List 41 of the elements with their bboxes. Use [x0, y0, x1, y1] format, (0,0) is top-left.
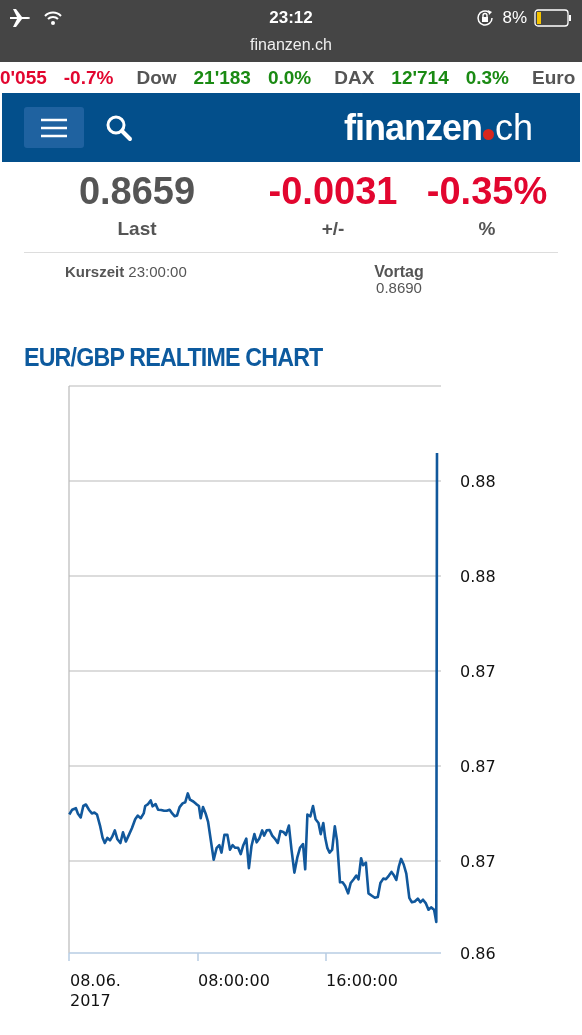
battery-percent: 8% [502, 8, 527, 28]
menu-button[interactable] [24, 107, 84, 148]
battery-icon [534, 9, 572, 27]
search-icon[interactable] [105, 113, 133, 142]
clock-time: 23:12 [269, 8, 313, 28]
airplane-icon [10, 9, 32, 27]
x-axis-label: 16:00:00 [326, 971, 398, 990]
dot-icon [482, 128, 494, 140]
quote-value: 0.8659 [78, 169, 196, 214]
index-name: DAX [334, 66, 375, 89]
quote-label: % [478, 218, 496, 240]
y-axis-label: 0.87 [460, 757, 496, 776]
ticker-value: 0.0% [267, 66, 312, 89]
quote-time: Kurszeit 23:00:00 [64, 263, 188, 282]
logo-suffix[interactable]: ch [494, 106, 533, 149]
address-url[interactable]: finanzen.ch [250, 36, 332, 53]
logo-wordmark[interactable]: finanzen [343, 106, 482, 149]
quote-label: +/- [321, 218, 345, 240]
index-name: Euro [532, 66, 576, 89]
x-axis-label: 08.06. 2017 [70, 971, 121, 1010]
y-axis-label: 0.88 [460, 567, 496, 586]
wifi-icon [44, 11, 62, 25]
x-axis-label: 08:00:00 [198, 971, 270, 990]
chart-title: EUR/GBP REALTIME CHART [24, 342, 324, 373]
y-axis-label: 0.87 [460, 662, 496, 681]
y-axis-label: 0.86 [460, 944, 496, 963]
quote-value: -0.0031 [268, 169, 398, 214]
y-axis-label: 0.88 [460, 472, 496, 491]
quote-label: Last [117, 218, 157, 240]
y-axis-label: 0.87 [460, 852, 496, 871]
previous-close-label: Vortag [374, 263, 424, 281]
index-name: Dow [136, 66, 177, 89]
menu-icon [41, 117, 67, 138]
previous-close-value: 0.8690 [376, 281, 422, 295]
ticker-value: 21'183 [193, 66, 251, 89]
quote-value: -0.35% [426, 169, 548, 214]
ticker-value: -0.7% [63, 66, 114, 89]
ticker-value: 0.3% [465, 66, 509, 89]
ticker-value: 0'055 [0, 66, 47, 89]
rotation-lock-icon [475, 8, 496, 28]
ticker-value: 12'714 [391, 66, 449, 89]
